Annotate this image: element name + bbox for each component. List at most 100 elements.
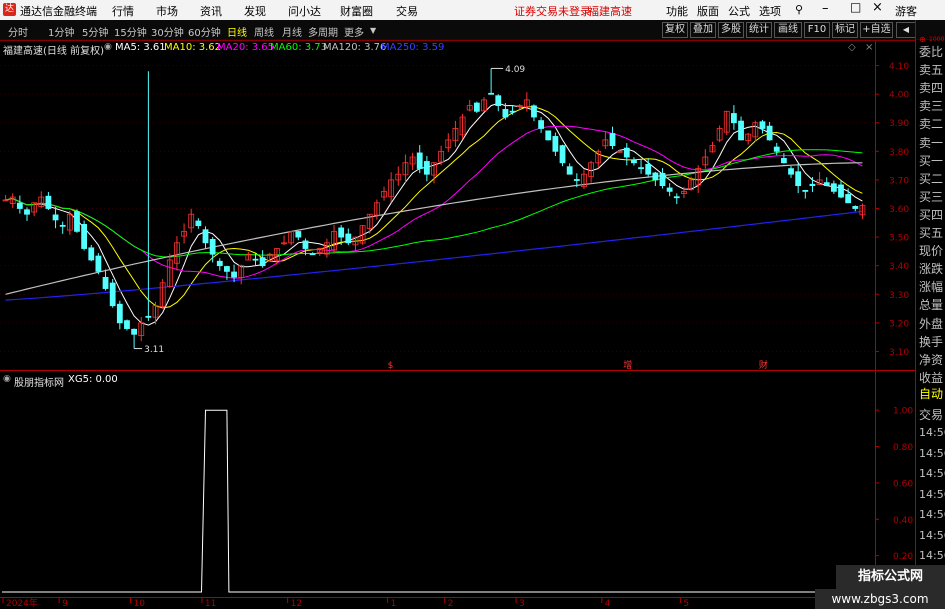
candle-body	[95, 255, 102, 272]
stock-title: 福建高速(日线 前复权)	[3, 46, 104, 57]
time-tick-label: 2024年	[6, 597, 38, 609]
time-tick-label: 10	[134, 599, 146, 609]
period-tab-60min[interactable]: 60分钟	[188, 24, 221, 39]
period-tab-more[interactable]: 更多	[344, 24, 364, 39]
add-watchlist-button[interactable]: +自选	[860, 22, 893, 38]
trade-time: 14:56	[919, 487, 945, 501]
candle-body	[238, 265, 245, 278]
candle-body	[259, 257, 266, 267]
ma60-line	[5, 149, 863, 258]
candle-body	[38, 196, 45, 207]
menu-layout[interactable]: 版面	[697, 3, 719, 19]
price-tick-label: 3.60	[889, 205, 909, 215]
candle-body	[274, 248, 280, 261]
ma10-value: MA10: 3.62	[164, 42, 222, 53]
menu-discover[interactable]: 发现	[244, 3, 266, 19]
candle-body	[9, 196, 16, 204]
period-tab-monthly[interactable]: 月线	[282, 24, 302, 39]
close-icon[interactable]: ×	[872, 0, 883, 15]
period-tab-1min[interactable]: 1分钟	[48, 24, 74, 39]
mark-button[interactable]: 标记	[832, 22, 858, 38]
price-tick-label: 4.00	[889, 91, 909, 101]
quote-panel: ⊕ 1000 委比 卖五 卖四 卖三 卖二 卖一 买一 买二 买三 买四 买五 现价 涨跌 涨幅 总量 外盘换…	[917, 35, 945, 609]
panel-close-icon[interactable]: ×	[865, 42, 873, 53]
menu-function[interactable]: 功能	[666, 3, 688, 19]
collapse-icon[interactable]: ◀	[896, 22, 916, 38]
candle-body	[138, 322, 145, 336]
quote-label: 卖五	[919, 63, 944, 78]
chart-settings-icon[interactable]: ◉	[104, 42, 112, 52]
candle-body	[845, 194, 852, 204]
statistics-button[interactable]: 统计	[746, 22, 772, 38]
indicator-tick-label: 1.00	[893, 407, 913, 417]
candle-body	[359, 225, 366, 244]
period-tab-multi[interactable]: 多周期	[308, 24, 338, 39]
period-tab-daily[interactable]: 日线	[227, 24, 247, 39]
candle-body	[709, 145, 716, 153]
period-tab-fenshi[interactable]: 分时	[8, 24, 28, 39]
diamond-icon[interactable]: ◇	[848, 42, 856, 53]
pin-icon[interactable]: ⚲	[795, 3, 803, 16]
period-tab-weekly[interactable]: 周线	[254, 24, 274, 39]
minimize-icon[interactable]: –	[822, 1, 829, 16]
trade-tab[interactable]: 自动	[919, 385, 943, 402]
grid	[0, 65, 875, 352]
candle-body	[723, 110, 730, 133]
candle-body	[316, 248, 323, 253]
menu-options[interactable]: 选项	[759, 3, 781, 19]
login-notice[interactable]: 证券交易未登录	[514, 3, 591, 19]
ma-lines	[5, 102, 863, 326]
candle-body	[181, 230, 187, 237]
quote-label: 买一	[919, 153, 944, 168]
drawing-button[interactable]: 画线	[774, 22, 802, 38]
watermark-title: 指标公式网	[836, 565, 945, 589]
candle-body	[616, 150, 623, 153]
guest-label[interactable]: 游客	[895, 3, 917, 19]
candle-body	[830, 183, 837, 192]
menu-news[interactable]: 资讯	[200, 3, 222, 19]
menu-formula[interactable]: 公式	[728, 3, 750, 19]
candle-body	[545, 130, 552, 141]
overlay-button[interactable]: 叠加	[690, 22, 716, 38]
period-tab-15min[interactable]: 15分钟	[114, 24, 147, 39]
candle-body	[402, 162, 409, 176]
candle-body	[81, 224, 88, 249]
candle-body	[245, 253, 252, 261]
menu-market[interactable]: 市场	[156, 3, 178, 19]
candle-body	[252, 258, 259, 261]
watermark-url: www.zbgs3.com	[831, 592, 929, 606]
ma20-line	[5, 125, 863, 279]
menu-ask[interactable]: 问小达	[288, 3, 321, 19]
f10-button[interactable]: F10	[804, 22, 830, 38]
candle-body	[566, 166, 573, 175]
indicator-value: XG5: 0.00	[68, 374, 118, 385]
period-tab-30min[interactable]: 30分钟	[151, 24, 184, 39]
ma60-value: MA60: 3.73	[270, 42, 328, 53]
multi-stock-button[interactable]: 多股	[718, 22, 744, 38]
menu-quotes[interactable]: 行情	[112, 3, 134, 19]
menu-wealth[interactable]: 财富圈	[340, 3, 373, 19]
candle-body	[859, 205, 866, 216]
menu-trade[interactable]: 交易	[396, 3, 418, 19]
event-marker: $	[388, 361, 394, 371]
candle-body	[802, 189, 809, 192]
candle-body	[638, 167, 644, 170]
period-tab-5min[interactable]: 5分钟	[82, 24, 108, 39]
candle-body	[409, 156, 416, 165]
quote-label: 换手	[919, 334, 944, 349]
candle-body	[852, 206, 859, 209]
trade-time: 14:56	[919, 549, 945, 562]
candle-body	[816, 179, 823, 186]
candle-body	[74, 211, 80, 232]
indicator-settings-icon[interactable]: ◉	[3, 374, 11, 384]
fuquan-button[interactable]: 复权	[662, 22, 688, 38]
more-dropdown-icon[interactable]: ▼	[370, 26, 376, 35]
trade-tab[interactable]: 交易	[919, 406, 943, 423]
maximize-icon[interactable]: □	[850, 0, 861, 14]
candle-body	[559, 145, 566, 164]
indicator-tick-label: 0.20	[893, 552, 913, 562]
quote-label: 买五	[919, 226, 944, 240]
candle-body	[623, 147, 630, 158]
price-tick-label: 3.70	[889, 176, 909, 186]
trade-time: 14:56	[919, 508, 945, 521]
